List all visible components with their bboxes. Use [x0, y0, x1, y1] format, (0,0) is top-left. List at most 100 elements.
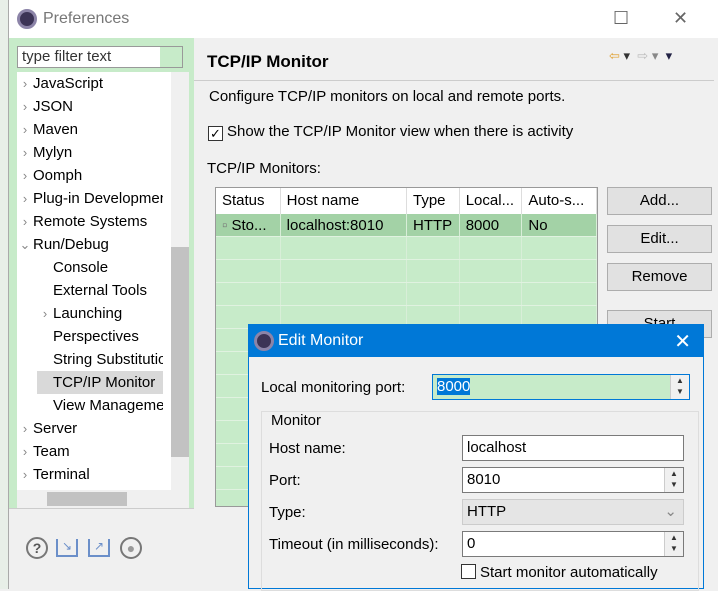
- cell-text: 8000: [465, 217, 500, 234]
- column-header[interactable]: Type: [407, 188, 460, 214]
- tree-item[interactable]: Perspectives: [37, 325, 163, 348]
- monitor-status-icon: ▫: [222, 217, 232, 234]
- import-icon[interactable]: ↘: [56, 539, 78, 557]
- monitor-group-label: Monitor: [269, 412, 324, 429]
- empty-row: [216, 237, 597, 260]
- filter-input[interactable]: type filter text: [17, 46, 183, 68]
- auto-start-checkbox[interactable]: Start monitor automatically: [461, 564, 658, 581]
- table-cell: [522, 260, 597, 282]
- host-input[interactable]: localhost: [462, 435, 684, 461]
- table-cell: 8000: [460, 214, 523, 236]
- tree-item[interactable]: › JavaScript: [17, 72, 163, 95]
- eclipse-icon: [254, 331, 274, 351]
- tree-item-label: String Substitution: [53, 351, 163, 368]
- dialog-close-button[interactable]: ✕: [674, 329, 691, 354]
- dialog-title: Edit Monitor: [278, 332, 364, 349]
- tree-item[interactable]: › Oomph: [17, 164, 163, 187]
- table-cell: [216, 237, 281, 259]
- monitors-label: TCP/IP Monitors:: [207, 160, 321, 177]
- preferences-tree: › JavaScript › JSON › Maven › Mylyn › Oomph › Plug-…: [17, 72, 189, 508]
- filter-placeholder: type filter text: [22, 48, 112, 65]
- close-button[interactable]: ✕: [673, 8, 688, 29]
- chevron-icon[interactable]: ⌄: [17, 233, 33, 256]
- empty-row: [216, 283, 597, 306]
- tree-item-label: Oomph: [33, 167, 83, 184]
- tree-item[interactable]: › Terminal: [17, 463, 163, 486]
- tree-item[interactable]: String Substitution: [37, 348, 163, 371]
- chevron-icon[interactable]: ›: [17, 141, 33, 164]
- type-select[interactable]: HTTP ⌄: [462, 499, 684, 525]
- table-cell: [460, 237, 523, 259]
- table-header: Status Host name Type Local... Auto-s...: [216, 188, 597, 214]
- port-input[interactable]: 8010 ▲ ▼: [462, 467, 684, 493]
- local-port-input[interactable]: 8000 ▲ ▼: [432, 374, 690, 400]
- table-cell: [281, 237, 407, 259]
- table-cell: [407, 283, 460, 305]
- type-label: Type:: [269, 504, 306, 521]
- forward-dropdown-icon[interactable]: ▾: [652, 48, 659, 63]
- chevron-icon[interactable]: ›: [17, 417, 33, 440]
- back-dropdown-icon[interactable]: ▾: [624, 48, 631, 63]
- type-value: HTTP: [467, 503, 507, 520]
- tree-item[interactable]: › Remote Systems: [17, 210, 163, 233]
- cell-text: HTTP: [412, 217, 453, 234]
- maximize-button[interactable]: ☐: [613, 8, 629, 29]
- add-button[interactable]: Add...: [607, 187, 712, 215]
- show-view-checkbox[interactable]: ✓ Show the TCP/IP Monitor view when there…: [208, 123, 573, 141]
- preferences-sidebar: type filter text › JavaScript › JSON › Maven ›…: [9, 38, 194, 508]
- tree-item[interactable]: › Server: [17, 417, 163, 440]
- chevron-icon[interactable]: ›: [17, 95, 33, 118]
- spinner-icon[interactable]: ▲ ▼: [670, 375, 689, 399]
- table-cell: [460, 283, 523, 305]
- host-label: Host name:: [269, 440, 346, 457]
- page-navigation: ⇦ ▾ ⇨ ▾ ▾: [609, 48, 672, 64]
- view-menu-icon[interactable]: ▾: [666, 48, 673, 63]
- back-icon[interactable]: ⇦: [609, 48, 620, 63]
- column-header[interactable]: Auto-s...: [522, 188, 597, 214]
- chevron-icon[interactable]: ›: [17, 210, 33, 233]
- column-header[interactable]: Local...: [460, 188, 523, 214]
- spinner-icon[interactable]: ▲ ▼: [664, 468, 683, 492]
- tree-item[interactable]: › JSON: [17, 95, 163, 118]
- tree-item[interactable]: ⌄ Run/Debug: [17, 233, 163, 256]
- tree-item[interactable]: › Launching: [37, 302, 163, 325]
- record-icon[interactable]: ●: [120, 537, 142, 559]
- divider: [194, 80, 714, 81]
- chevron-icon[interactable]: ›: [17, 164, 33, 187]
- vertical-scroll-thumb[interactable]: [171, 247, 189, 457]
- tree-item-label: Remote Systems: [33, 213, 148, 230]
- tree-item[interactable]: TCP/IP Monitor: [37, 371, 163, 394]
- table-cell: [522, 283, 597, 305]
- window-title: Preferences: [43, 10, 130, 27]
- tree-item[interactable]: › Plug-in Development: [17, 187, 163, 210]
- chevron-icon[interactable]: ›: [17, 187, 33, 210]
- column-header[interactable]: Status: [216, 188, 281, 214]
- chevron-icon[interactable]: ›: [17, 72, 33, 95]
- help-icon[interactable]: ?: [26, 537, 48, 559]
- export-icon[interactable]: ↗: [88, 539, 110, 557]
- tree-item[interactable]: Console: [37, 256, 163, 279]
- tree-item-label: View Management: [53, 397, 163, 414]
- edit-button[interactable]: Edit...: [607, 225, 712, 253]
- tree-item[interactable]: View Management: [37, 394, 163, 417]
- chevron-icon[interactable]: ›: [17, 463, 33, 486]
- table-row[interactable]: ▫ Sto... localhost:8010 HTTP 8000 No: [216, 214, 597, 237]
- chevron-icon[interactable]: ›: [17, 118, 33, 141]
- horizontal-scroll-thumb[interactable]: [47, 492, 127, 506]
- column-header[interactable]: Host name: [281, 188, 407, 214]
- chevron-down-icon: ⌄: [664, 503, 677, 520]
- tree-item[interactable]: › Team: [17, 440, 163, 463]
- tree-item[interactable]: External Tools: [37, 279, 163, 302]
- tree-item-label: Run/Debug: [33, 236, 109, 253]
- timeout-input[interactable]: 0 ▲ ▼: [462, 531, 684, 557]
- tree-item-label: Terminal: [33, 466, 90, 483]
- tree-item[interactable]: › Mylyn: [17, 141, 163, 164]
- local-port-value: 8000: [437, 378, 471, 395]
- tree-item[interactable]: › Maven: [17, 118, 163, 141]
- spinner-icon[interactable]: ▲ ▼: [664, 532, 683, 556]
- remove-button[interactable]: Remove: [607, 263, 712, 291]
- chevron-icon[interactable]: ›: [37, 302, 53, 325]
- chevron-icon[interactable]: ›: [17, 440, 33, 463]
- forward-icon[interactable]: ⇨: [637, 48, 648, 63]
- page-description: Configure TCP/IP monitors on local and r…: [209, 88, 566, 105]
